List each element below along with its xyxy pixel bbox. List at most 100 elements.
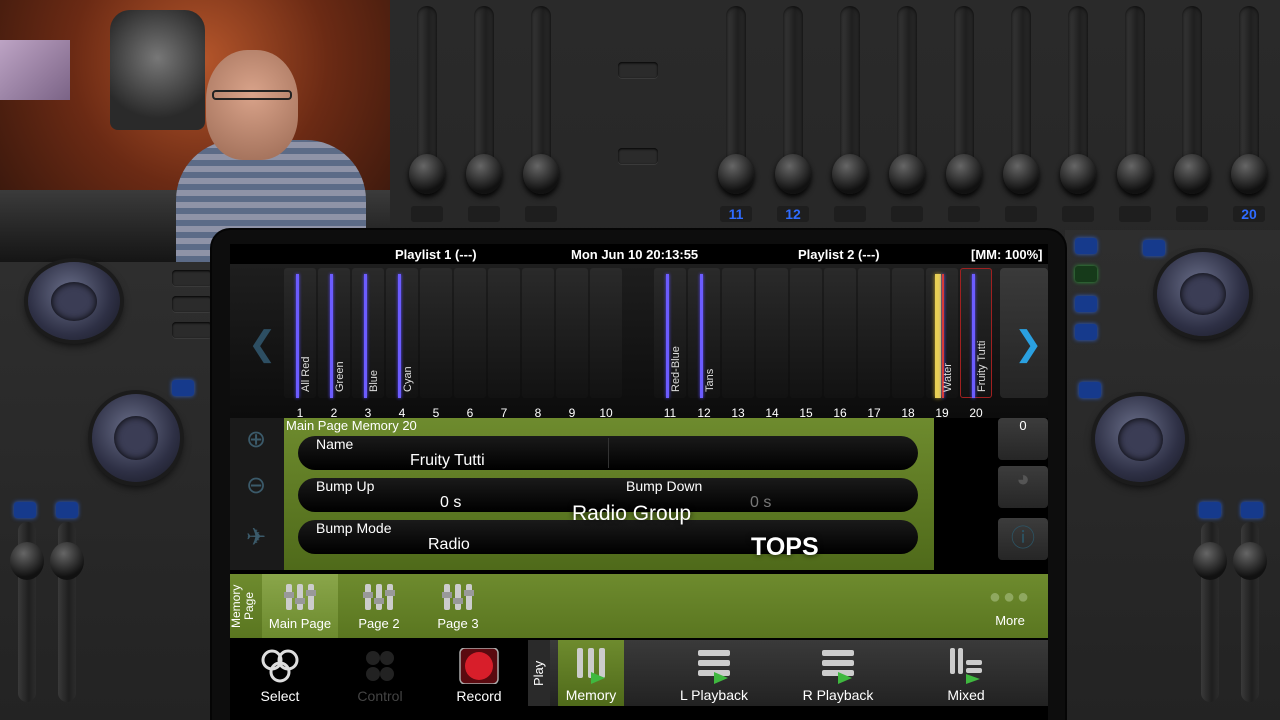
channel-12[interactable]: Tans 12 xyxy=(688,268,720,420)
channel-17[interactable]: 17 xyxy=(858,268,890,420)
channel-19[interactable]: Water 19 xyxy=(926,268,958,420)
presenter-glasses xyxy=(212,90,292,100)
channel-label: Tans xyxy=(704,368,716,392)
hw-blue-button[interactable] xyxy=(1075,238,1097,254)
hw-fader[interactable] xyxy=(409,6,445,226)
page-2[interactable]: Page 2 xyxy=(341,574,417,638)
hw-up-button[interactable] xyxy=(618,62,658,78)
mixed-label: Mixed xyxy=(947,687,985,703)
channel-8[interactable]: 8 xyxy=(522,268,554,420)
bump-up-value[interactable]: 0 s xyxy=(440,494,461,512)
tab-l-playback[interactable]: L Playback xyxy=(666,640,762,706)
hw-blue-button[interactable] xyxy=(56,502,78,518)
more-button[interactable]: ●●● More xyxy=(980,574,1040,638)
page-3[interactable]: Page 3 xyxy=(420,574,496,638)
hw-blue-button[interactable] xyxy=(1199,502,1221,518)
hw-green-button[interactable] xyxy=(1075,266,1097,282)
hw-fader[interactable] xyxy=(832,6,868,226)
hw-side-fader[interactable] xyxy=(50,522,84,702)
app-root: 11 12 20 Playlist 1 (---) Mon Jun 10 20:… xyxy=(0,0,1280,720)
bump-down-value[interactable]: 0 s xyxy=(750,494,771,512)
hw-button[interactable] xyxy=(172,322,212,338)
next-page-arrow-icon[interactable]: ❯ xyxy=(1014,324,1043,364)
channel-18[interactable]: 18 xyxy=(892,268,924,420)
airplane-icon[interactable]: ✈ xyxy=(236,518,276,558)
tops-overlay: TOPS xyxy=(751,533,819,561)
hw-encoder-knob[interactable] xyxy=(1157,252,1249,336)
channel-13[interactable]: 13 xyxy=(722,268,754,420)
hw-encoder-knob[interactable] xyxy=(1095,396,1185,482)
moving-light xyxy=(110,10,205,130)
channel-14[interactable]: 14 xyxy=(756,268,788,420)
control-button[interactable]: Control xyxy=(332,640,428,706)
hw-blue-button[interactable] xyxy=(1075,324,1097,340)
record-icon xyxy=(459,648,499,684)
channel-5[interactable]: 5 xyxy=(420,268,452,420)
hw-blue-button[interactable] xyxy=(1079,382,1101,398)
hw-blue-button[interactable] xyxy=(1143,240,1165,256)
zoom-out-icon[interactable]: ⊖ xyxy=(236,466,276,506)
record-button[interactable]: Record xyxy=(431,640,527,706)
channel-label: All Red xyxy=(300,356,312,392)
hw-down-button[interactable] xyxy=(618,148,658,164)
hw-blue-button[interactable] xyxy=(172,380,194,396)
hw-button[interactable] xyxy=(172,296,212,312)
hw-fader-12[interactable]: 12 xyxy=(775,6,811,226)
hw-fader-20[interactable]: 20 xyxy=(1231,6,1267,226)
hw-encoder-knob[interactable] xyxy=(28,262,120,340)
channel-2[interactable]: Green 2 xyxy=(318,268,350,420)
tab-r-playback[interactable]: R Playback xyxy=(790,640,886,706)
bump-down-label: Bump Down xyxy=(626,478,703,494)
hw-button[interactable] xyxy=(172,270,212,286)
hw-blue-button[interactable] xyxy=(1241,502,1263,518)
field-divider xyxy=(608,438,609,468)
info-icon[interactable]: ⓘ xyxy=(998,518,1048,560)
bowl-icon[interactable]: ◕ xyxy=(998,466,1048,508)
channel-9[interactable]: 9 xyxy=(556,268,588,420)
name-field[interactable]: Name Fruity Tutti xyxy=(298,436,918,470)
playback-tabs: Play Memory L Playback R Playback Mixed xyxy=(528,640,1048,706)
channel-1[interactable]: All Red 1 xyxy=(284,268,316,420)
zoom-in-icon[interactable]: ⊕ xyxy=(236,420,276,460)
channel-20[interactable]: Fruity Tutti 20 xyxy=(960,268,992,420)
channel-3[interactable]: Blue 3 xyxy=(352,268,384,420)
hw-fader[interactable] xyxy=(1003,6,1039,226)
tab-memory[interactable]: Memory xyxy=(558,640,624,706)
hw-fader[interactable] xyxy=(466,6,502,226)
memory-editor-panel: Main Page Memory 20 Name Fruity Tutti Bu… xyxy=(284,418,934,570)
play-label[interactable]: Play xyxy=(528,640,550,706)
channel-15[interactable]: 15 xyxy=(790,268,822,420)
select-button[interactable]: Select xyxy=(232,640,328,706)
prev-page-arrow-icon[interactable]: ❮ xyxy=(248,324,277,364)
channel-7[interactable]: 7 xyxy=(488,268,520,420)
hw-side-fader[interactable] xyxy=(10,522,44,702)
tab-mixed[interactable]: Mixed xyxy=(918,640,1014,706)
r-playback-icon xyxy=(822,650,854,684)
hw-encoder-knob[interactable] xyxy=(92,394,180,482)
name-value: Fruity Tutti xyxy=(410,452,485,469)
bump-mode-value[interactable]: Radio xyxy=(428,536,470,554)
hw-fader[interactable] xyxy=(1060,6,1096,226)
channel-10[interactable]: 10 xyxy=(590,268,622,420)
channel-4[interactable]: Cyan 4 xyxy=(386,268,418,420)
channel-16[interactable]: 16 xyxy=(824,268,856,420)
hw-side-fader[interactable] xyxy=(1193,522,1227,702)
value-box[interactable]: 0 xyxy=(998,418,1048,460)
status-bar: Playlist 1 (---) Mon Jun 10 20:13:55 Pla… xyxy=(230,244,1048,264)
channel-6[interactable]: 6 xyxy=(454,268,486,420)
channel-11[interactable]: Red-Blue 11 xyxy=(654,268,686,420)
hw-fader[interactable] xyxy=(889,6,925,226)
page-main[interactable]: Main Page xyxy=(262,574,338,638)
hw-blue-button[interactable] xyxy=(1075,296,1097,312)
hw-side-fader[interactable] xyxy=(1233,522,1267,702)
hw-blue-button[interactable] xyxy=(14,502,36,518)
more-label: More xyxy=(995,613,1025,628)
hw-fader-11[interactable]: 11 xyxy=(718,6,754,226)
left-toolbar: ⊕ ⊖ ✈ xyxy=(230,418,284,570)
hw-fader[interactable] xyxy=(1117,6,1153,226)
channel-level-bar xyxy=(700,274,703,398)
hw-fader[interactable] xyxy=(523,6,559,226)
memory-title: Main Page Memory 20 xyxy=(286,418,417,433)
hw-fader[interactable] xyxy=(946,6,982,226)
hw-fader[interactable] xyxy=(1174,6,1210,226)
